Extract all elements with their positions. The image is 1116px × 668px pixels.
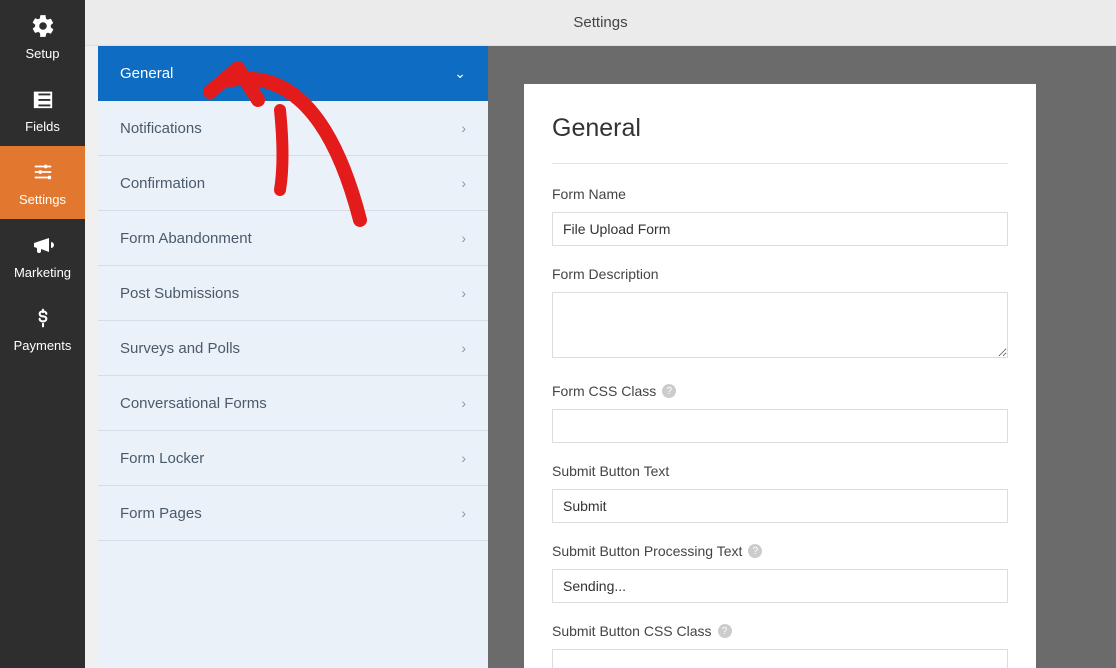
nav-item-marketing[interactable]: Marketing (0, 219, 85, 292)
label-text: Submit Button CSS Class (552, 623, 712, 639)
field-label: Form Name (552, 186, 1008, 202)
chevron-right-icon: › (461, 285, 466, 301)
field-submit-processing: Submit Button Processing Text ? (552, 543, 1008, 603)
settings-item-label: Confirmation (120, 175, 205, 192)
submit-css-class-input[interactable] (552, 649, 1008, 668)
settings-item-label: Surveys and Polls (120, 340, 240, 357)
gear-icon (29, 12, 57, 40)
field-form-description: Form Description (552, 266, 1008, 363)
settings-item-label: Form Pages (120, 505, 202, 522)
settings-item-form-abandonment[interactable]: Form Abandonment › (98, 211, 488, 266)
nav-rail: Setup Fields Settings Marketing Payments (0, 0, 85, 668)
settings-item-post-submissions[interactable]: Post Submissions › (98, 266, 488, 321)
submit-text-input[interactable] (552, 489, 1008, 523)
chevron-right-icon: › (461, 505, 466, 521)
form-description-textarea[interactable] (552, 292, 1008, 358)
submit-processing-input[interactable] (552, 569, 1008, 603)
dollar-icon (29, 304, 57, 332)
settings-item-notifications[interactable]: Notifications › (98, 101, 488, 156)
field-label: Form CSS Class ? (552, 383, 1008, 399)
field-submit-css-class: Submit Button CSS Class ? (552, 623, 1008, 668)
form-name-input[interactable] (552, 212, 1008, 246)
label-text: Submit Button Processing Text (552, 543, 742, 559)
field-form-css-class: Form CSS Class ? (552, 383, 1008, 443)
label-text: Form CSS Class (552, 383, 656, 399)
settings-item-label: Notifications (120, 120, 202, 137)
sliders-icon (29, 158, 57, 186)
help-icon[interactable]: ? (662, 384, 676, 398)
nav-label: Payments (14, 338, 72, 353)
field-label: Submit Button CSS Class ? (552, 623, 1008, 639)
field-label: Form Description (552, 266, 1008, 282)
help-icon[interactable]: ? (748, 544, 762, 558)
settings-item-label: Form Abandonment (120, 230, 252, 247)
nav-label: Marketing (14, 265, 71, 280)
settings-item-form-pages[interactable]: Form Pages › (98, 486, 488, 541)
field-label: Submit Button Text (552, 463, 1008, 479)
settings-item-label: Form Locker (120, 450, 204, 467)
chevron-down-icon: ⌄ (454, 65, 466, 82)
nav-item-settings[interactable]: Settings (0, 146, 85, 219)
page-title: Settings (573, 14, 627, 31)
chevron-right-icon: › (461, 450, 466, 466)
list-icon (29, 85, 57, 113)
nav-label: Setup (26, 46, 60, 61)
nav-label: Settings (19, 192, 66, 207)
chevron-right-icon: › (461, 340, 466, 356)
chevron-right-icon: › (461, 230, 466, 246)
settings-item-form-locker[interactable]: Form Locker › (98, 431, 488, 486)
bullhorn-icon (29, 231, 57, 259)
page-header: Settings (85, 0, 1116, 46)
settings-panel: General ⌄ Notifications › Confirmation ›… (98, 46, 488, 668)
settings-item-label: General (120, 65, 173, 82)
nav-item-setup[interactable]: Setup (0, 0, 85, 73)
field-label: Submit Button Processing Text ? (552, 543, 1008, 559)
chevron-right-icon: › (461, 395, 466, 411)
chevron-right-icon: › (461, 175, 466, 191)
form-css-class-input[interactable] (552, 409, 1008, 443)
settings-item-confirmation[interactable]: Confirmation › (98, 156, 488, 211)
field-form-name: Form Name (552, 186, 1008, 246)
settings-item-general[interactable]: General ⌄ (98, 46, 488, 101)
field-submit-text: Submit Button Text (552, 463, 1008, 523)
help-icon[interactable]: ? (718, 624, 732, 638)
settings-item-conversational-forms[interactable]: Conversational Forms › (98, 376, 488, 431)
chevron-right-icon: › (461, 120, 466, 136)
settings-item-label: Post Submissions (120, 285, 239, 302)
nav-item-payments[interactable]: Payments (0, 292, 85, 365)
nav-label: Fields (25, 119, 60, 134)
nav-item-fields[interactable]: Fields (0, 73, 85, 146)
card-heading: General (552, 114, 1008, 164)
general-settings-card: General Form Name Form Description Form … (524, 84, 1036, 668)
settings-item-label: Conversational Forms (120, 395, 267, 412)
settings-item-surveys-polls[interactable]: Surveys and Polls › (98, 321, 488, 376)
